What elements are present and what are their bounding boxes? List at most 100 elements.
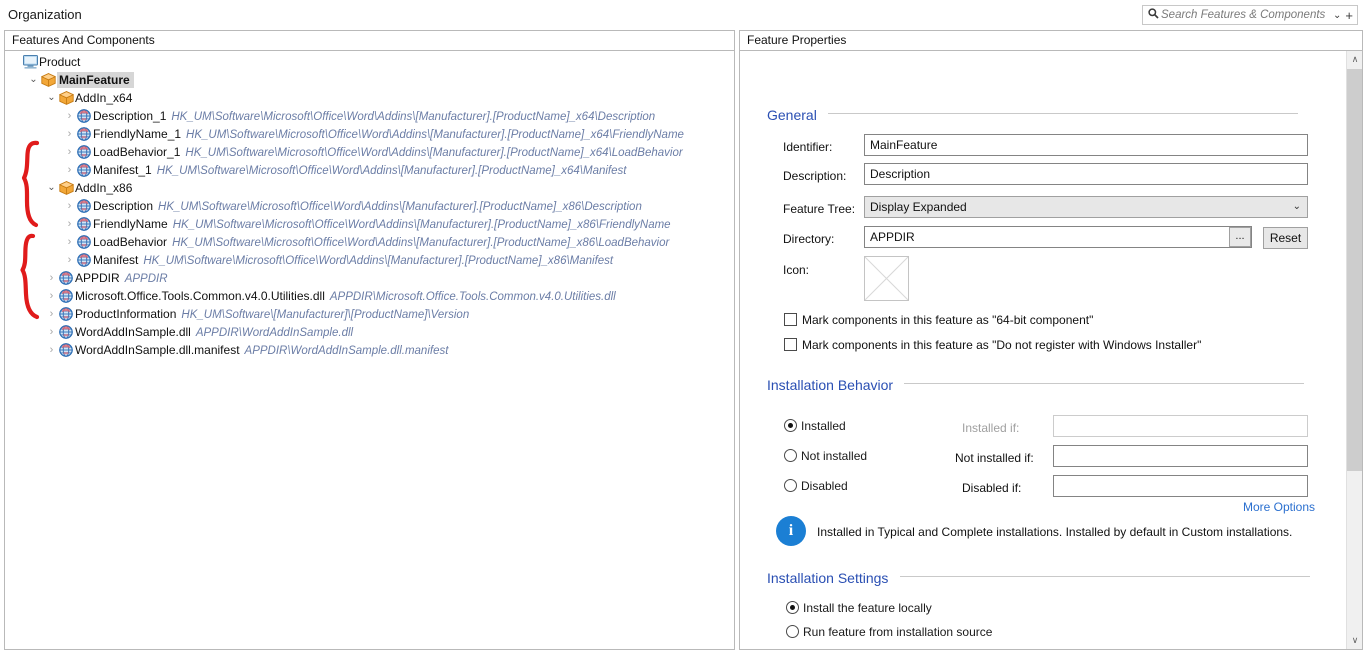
component-icon [58,287,75,305]
feature-properties-panel: Feature Properties General Identifier: M… [739,30,1363,650]
properties-vertical-scrollbar[interactable]: ∧ ∨ [1346,51,1362,649]
tree-item-label: Description_1 [93,109,166,123]
chevron-right-icon[interactable]: › [63,251,76,269]
radio-install-locally[interactable] [786,601,799,614]
radio-installed-row[interactable]: Installed [784,419,846,433]
chevron-right-icon[interactable]: › [63,233,76,251]
radio-not-installed[interactable] [784,449,797,462]
tree-item-wordaddinsample-dll-manifest[interactable]: ›WordAddInSample.dll.manifestAPPDIR\Word… [5,341,734,359]
chevron-down-icon[interactable]: ⌄ [45,179,58,197]
chevron-right-icon[interactable]: › [63,143,76,161]
installed-if-field[interactable] [1053,415,1308,437]
radio-not-installed-row[interactable]: Not installed [784,449,867,463]
mark-no-register-checkbox[interactable] [784,338,797,351]
tree-item-friendlyname[interactable]: ›FriendlyNameHK_UM\Software\Microsoft\Of… [5,215,734,233]
tree-item-productinformation[interactable]: ›ProductInformationHK_UM\Software\[Manuf… [5,305,734,323]
tree-item-manifest[interactable]: › Manifest HK_UM\Software\Microsoft\Office… [5,251,734,269]
chevron-right-icon[interactable]: › [45,287,58,305]
radio-install-locally-row[interactable]: Install the feature locally [786,601,932,615]
directory-field[interactable]: APPDIR [864,226,1252,248]
tree-item-friendlyname-1[interactable]: ›FriendlyName_1HK_UM\Software\Microsoft\… [5,125,734,143]
tree-item-label: Description [93,199,153,213]
chevron-right-icon[interactable]: › [63,215,76,233]
chevron-right-icon[interactable]: › [45,341,58,359]
feature-tree-label: Feature Tree: [783,202,855,216]
product-icon [22,53,39,71]
chevron-down-icon[interactable]: ⌄ [27,71,40,89]
chevron-down-icon: ⌄ [1293,197,1301,217]
feature-icon [58,89,75,107]
chevron-right-icon[interactable]: › [45,269,58,287]
install-behavior-info-text: Installed in Typical and Complete instal… [817,525,1292,539]
mark-64bit-checkbox[interactable] [784,313,797,326]
radio-disabled-row[interactable]: Disabled [784,479,848,493]
search-features-components-box[interactable]: Search Features & Components ⌄ + [1142,5,1358,25]
tree-item-description-1[interactable]: › Description_1 HK_UM\Software\Microsoft\O… [5,107,734,125]
tree-item-loadbehavior-1[interactable]: ›LoadBehavior_1HK_UM\Software\Microsoft\… [5,143,734,161]
chevron-down-icon[interactable]: ⌄ [45,89,58,107]
tree-item-manifest-1[interactable]: ›Manifest_1HK_UM\Software\Microsoft\Offi… [5,161,734,179]
radio-installed[interactable] [784,419,797,432]
tree-item-description[interactable]: ›DescriptionHK_UM\Software\Microsoft\Off… [5,197,734,215]
chevron-right-icon[interactable]: › [63,125,76,143]
radio-run-from-source-row[interactable]: Run feature from installation source [786,625,992,639]
mark-no-register-checkbox-row[interactable]: Mark components in this feature as "Do n… [784,338,1201,352]
feature-icon [40,71,57,89]
identifier-label: Identifier: [783,140,832,154]
installation-behavior-group-rule [904,383,1304,384]
component-icon [76,251,93,269]
radio-disabled-label: Disabled [801,479,848,493]
tree-item-path: HK_UM\Software\Microsoft\Office\Word\Add… [171,111,655,123]
tree-item-addin-x86[interactable]: ⌄AddIn_x86 [5,179,734,197]
tree-item-label: FriendlyName_1 [93,127,181,141]
scroll-up-arrow-icon[interactable]: ∧ [1347,51,1362,68]
mark-64bit-checkbox-row[interactable]: Mark components in this feature as "64-b… [784,313,1093,327]
tree-item-mainfeature[interactable]: ⌄MainFeature [5,71,734,89]
chevron-right-icon[interactable]: › [45,305,58,323]
chevron-right-icon[interactable]: › [63,197,76,215]
tree-item-microsoft-office-tools-common-v4-0-utilities-dll[interactable]: ›Microsoft.Office.Tools.Common.v4.0.Util… [5,287,734,305]
more-options-link[interactable]: More Options [1243,500,1315,514]
tree-item-loadbehavior[interactable]: ›LoadBehaviorHK_UM\Software\Microsoft\Of… [5,233,734,251]
plus-icon[interactable]: + [1344,9,1357,22]
identifier-field[interactable]: MainFeature [864,134,1308,156]
description-field[interactable]: Description [864,163,1308,185]
component-icon [76,107,93,125]
tree-item-product[interactable]: Product [5,53,734,71]
icon-label: Icon: [783,263,809,277]
scrollbar-thumb[interactable] [1347,69,1362,471]
search-icon [1145,8,1161,22]
feature-tree-select[interactable]: Display Expanded ⌄ [864,196,1308,218]
installation-behavior-group-title: Installation Behavior [767,377,893,393]
tree-item-addin-x64[interactable]: ⌄ AddIn_x64 [5,89,734,107]
tree-item-wordaddinsample-dll[interactable]: ›WordAddInSample.dllAPPDIR\WordAddInSamp… [5,323,734,341]
disabled-if-label: Disabled if: [962,481,1021,495]
search-input-placeholder[interactable]: Search Features & Components [1161,9,1330,21]
disabled-if-field[interactable] [1053,475,1308,497]
directory-browse-button[interactable]: ... [1229,227,1251,247]
features-tree[interactable]: Product⌄MainFeature⌄AddIn_x64›Descriptio… [5,51,734,359]
component-icon [58,269,75,287]
left-panel-header: Features And Components [5,31,734,51]
scroll-down-arrow-icon[interactable]: ∨ [1347,632,1362,649]
general-group-header: General [767,107,1315,123]
radio-install-locally-label: Install the feature locally [803,601,932,615]
chevron-right-icon[interactable]: › [63,161,76,179]
tree-item-label: WordAddInSample.dll [75,325,191,339]
component-icon [76,143,93,161]
tree-item-label: Manifest_1 [93,163,152,177]
radio-run-from-source[interactable] [786,625,799,638]
tree-item-label: AddIn_x64 [75,91,132,105]
radio-disabled[interactable] [784,479,797,492]
chevron-right-icon[interactable]: › [63,107,76,125]
not-installed-if-field[interactable] [1053,445,1308,467]
tree-item-path: HK_UM\Software\Microsoft\Office\Word\Add… [173,219,671,231]
chevron-right-icon[interactable]: › [45,323,58,341]
chevron-down-icon[interactable]: ⌄ [1330,10,1344,21]
tree-item-appdir[interactable]: ›APPDIRAPPDIR [5,269,734,287]
tree-item-label: Manifest [93,253,138,267]
directory-reset-button[interactable]: Reset [1263,227,1308,249]
feature-icon-preview[interactable] [864,256,909,301]
tree-item-path: HK_UM\Software\Microsoft\Office\Word\Add… [143,255,613,267]
component-icon [58,323,75,341]
